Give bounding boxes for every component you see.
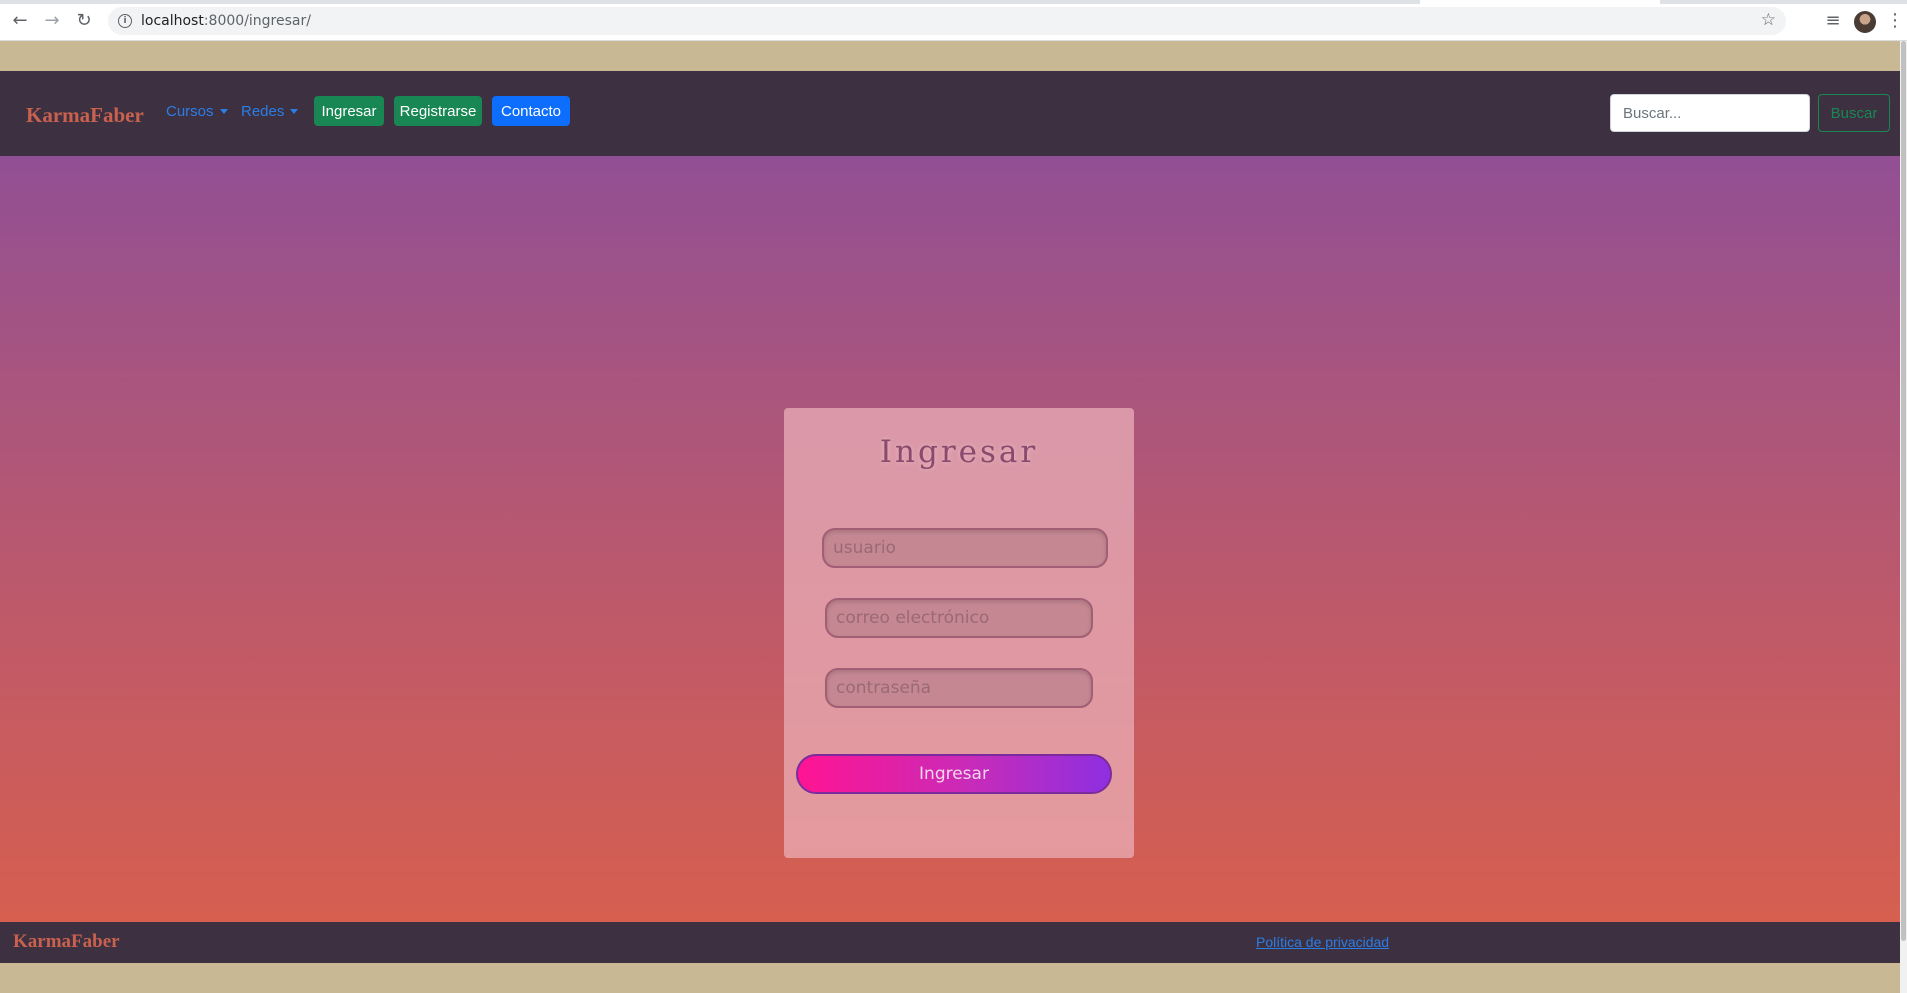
nav-dropdown-cursos[interactable]: Cursos xyxy=(166,103,228,120)
url-path: :8000/ingresar/ xyxy=(203,13,311,29)
privacy-policy-link[interactable]: Política de privacidad xyxy=(1256,934,1389,950)
username-field[interactable] xyxy=(822,528,1108,568)
scrollbar-thumb[interactable] xyxy=(1901,41,1906,941)
page-top-strip xyxy=(0,41,1907,71)
profile-avatar[interactable] xyxy=(1854,11,1876,33)
active-tab[interactable] xyxy=(1420,0,1660,4)
password-field[interactable] xyxy=(825,668,1093,708)
tab-strip xyxy=(0,0,1907,4)
nav-dropdown-label: Redes xyxy=(241,103,285,120)
ingresar-button[interactable]: Ingresar xyxy=(314,96,384,126)
forward-icon[interactable]: → xyxy=(41,10,63,32)
search-input[interactable] xyxy=(1610,94,1810,132)
reading-list-icon[interactable]: ≡ xyxy=(1822,10,1844,32)
contacto-button[interactable]: Contacto xyxy=(492,96,570,126)
search-button[interactable]: Buscar xyxy=(1818,94,1890,132)
browser-menu-icon[interactable]: ⋮ xyxy=(1886,10,1904,32)
footer xyxy=(0,922,1907,963)
bookmark-star-icon[interactable]: ☆ xyxy=(1761,10,1776,30)
back-icon[interactable]: ← xyxy=(9,10,31,32)
nav-dropdown-redes[interactable]: Redes xyxy=(241,103,299,120)
page-scrollbar[interactable] xyxy=(1900,41,1907,993)
url-host: localhost xyxy=(141,13,204,29)
caret-down-icon xyxy=(219,109,228,114)
reload-icon[interactable]: ↻ xyxy=(73,10,95,32)
url-text[interactable]: localhost:8000/ingresar/ xyxy=(141,13,311,29)
nav-dropdown-label: Cursos xyxy=(166,103,214,120)
address-bar[interactable]: i localhost:8000/ingresar/ ☆ xyxy=(108,7,1786,35)
footer-brand[interactable]: KarmaFaber xyxy=(13,931,120,953)
site-info-icon[interactable]: i xyxy=(118,14,132,28)
page-bottom-strip xyxy=(0,963,1907,993)
navbar-brand[interactable]: KarmaFaber xyxy=(26,103,144,128)
registrarse-button[interactable]: Registrarse xyxy=(394,96,482,126)
email-field[interactable] xyxy=(825,598,1093,638)
login-submit-button[interactable]: Ingresar xyxy=(796,754,1112,794)
browser-toolbar: ← → ↻ i localhost:8000/ingresar/ ☆ ≡ ⋮ xyxy=(0,0,1907,41)
login-title: Ingresar xyxy=(879,434,1039,470)
caret-down-icon xyxy=(290,109,299,114)
